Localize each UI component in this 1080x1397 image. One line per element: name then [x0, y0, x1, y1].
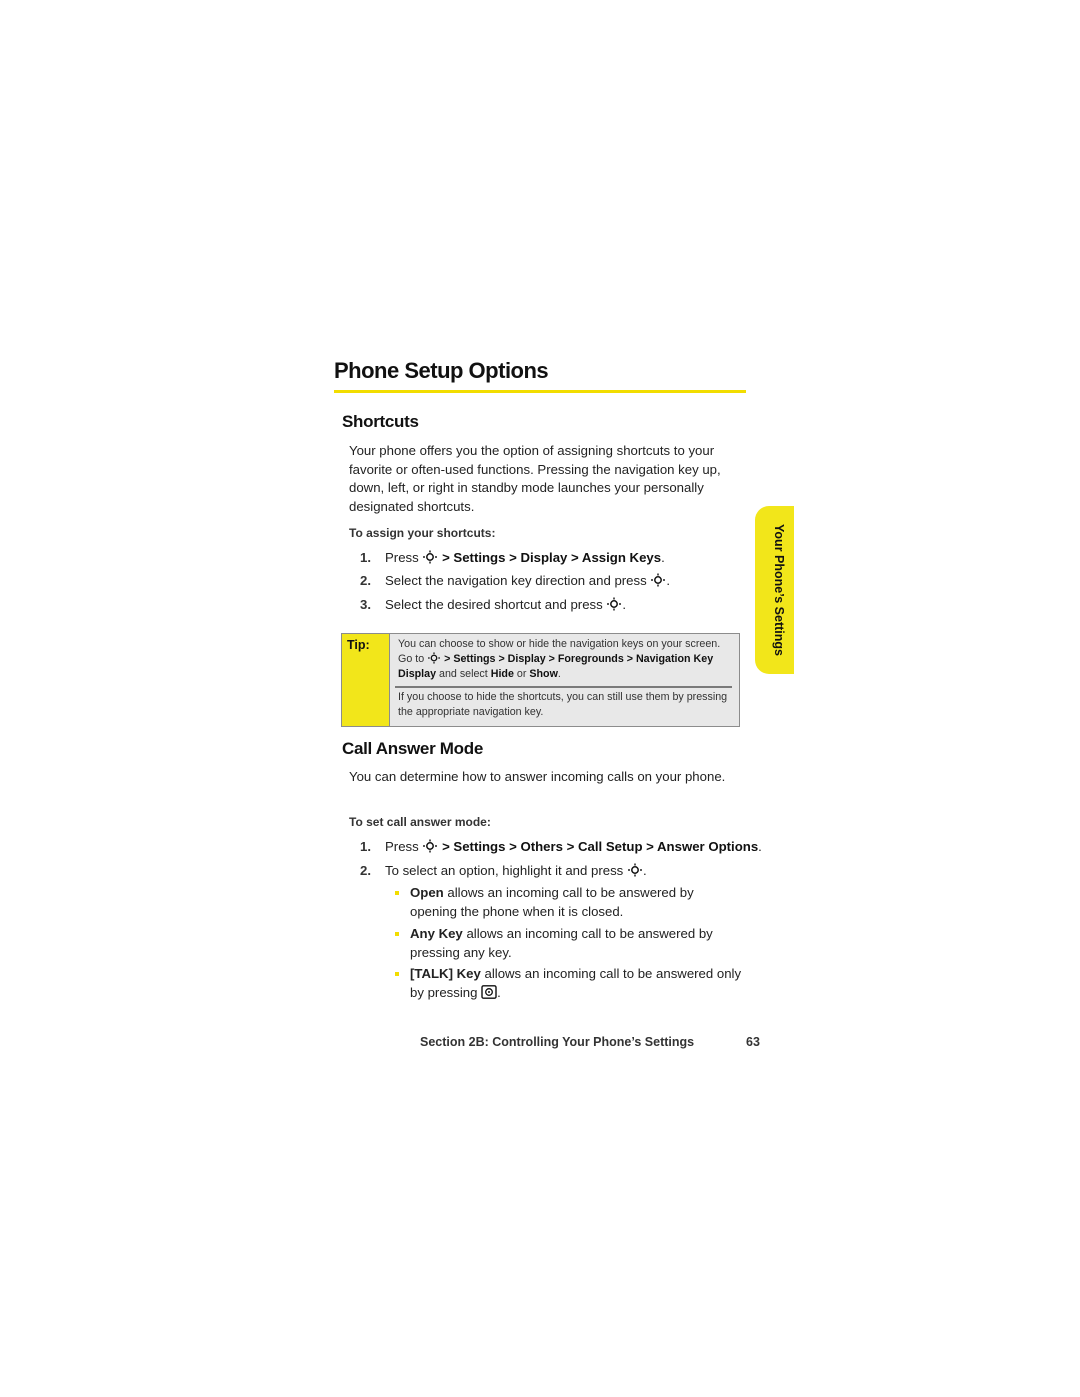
step-end: .: [622, 597, 627, 612]
menu-path: > Settings > Others > Call Setup > Answe…: [442, 839, 759, 854]
step-end: .: [642, 863, 647, 878]
step-end: .: [661, 550, 665, 565]
step-number: 3.: [360, 597, 371, 612]
call-answer-step-1: 1. Press > Settings > Others > Call Setup…: [360, 838, 762, 856]
option-name: Any Key: [410, 926, 463, 941]
tip-text-mid: and select: [439, 668, 488, 680]
tip-text-end: .: [557, 668, 561, 680]
answer-option-open: Open allows an incoming call to be answe…: [395, 884, 743, 921]
shortcuts-step-2: 2. Select the navigation key direction an…: [360, 572, 670, 590]
title-underline: [334, 390, 746, 393]
answer-option-talk-key: [TALK] Key allows an incoming call to be…: [395, 965, 743, 1002]
nav-key-icon: [422, 839, 439, 853]
menu-path: > Settings > Display > Assign Keys: [442, 550, 662, 565]
bullet-icon: [395, 891, 399, 895]
tip-text-1: You can choose to show or hide the navig…: [398, 637, 733, 682]
step-number: 1.: [360, 839, 371, 854]
page-title: Phone Setup Options: [334, 358, 549, 383]
tip-show-option: Show: [529, 668, 558, 680]
bullet-icon: [395, 972, 399, 976]
step-end: .: [758, 839, 762, 854]
nav-key-icon: [427, 652, 441, 664]
step-text: To select an option, highlight it and pr…: [385, 863, 624, 878]
section-side-tab-label: Your Phone’s Settings: [772, 524, 786, 656]
tip-divider: [395, 686, 732, 688]
nav-key-icon: [650, 573, 667, 587]
call-answer-intro: You can determine how to answer incoming…: [349, 769, 726, 784]
tip-box: Tip: You can choose to show or hide the …: [341, 633, 740, 727]
tip-hide-option: Hide: [490, 668, 514, 680]
footer-section: Section 2B: Controlling Your Phone’s Set…: [420, 1035, 695, 1049]
nav-key-icon: [422, 550, 439, 564]
call-answer-step-2: 2. To select an option, highlight it and …: [360, 862, 647, 880]
tip-label: Tip:: [347, 638, 370, 652]
option-end: .: [497, 984, 501, 1000]
step-text: Select the desired shortcut and press: [385, 597, 603, 612]
shortcuts-intro: Your phone offers you the option of assi…: [349, 443, 721, 514]
shortcuts-step-1: 1. Press > Settings > Display > Assign Ke…: [360, 549, 665, 567]
tip-label-cell: Tip:: [342, 634, 390, 726]
talk-key-icon: [481, 984, 497, 999]
step-end: .: [666, 573, 671, 588]
call-answer-subheading: To set call answer mode:: [349, 815, 491, 829]
step-text: Press: [385, 839, 419, 854]
step-text: Select the navigation key direction and …: [385, 573, 647, 588]
tip-text-or: or: [516, 668, 527, 680]
option-desc: allows an incoming call to be answered b…: [410, 885, 694, 919]
page-number: 63: [746, 1035, 760, 1049]
shortcuts-heading: Shortcuts: [342, 412, 419, 431]
step-number: 2.: [360, 573, 371, 588]
nav-key-icon: [606, 597, 623, 611]
bullet-icon: [395, 932, 399, 936]
step-number: 2.: [360, 863, 371, 878]
shortcuts-step-3: 3. Select the desired shortcut and press …: [360, 596, 626, 614]
step-text: Press: [385, 550, 419, 565]
shortcuts-subheading: To assign your shortcuts:: [349, 526, 496, 540]
call-answer-heading: Call Answer Mode: [342, 739, 483, 758]
option-name: [TALK] Key: [410, 966, 481, 981]
option-name: Open: [410, 885, 444, 900]
step-number: 1.: [360, 550, 371, 565]
tip-text-2: If you choose to hide the shortcuts, you…: [398, 691, 728, 718]
answer-option-any-key: Any Key allows an incoming call to be an…: [395, 925, 743, 962]
nav-key-icon: [627, 863, 643, 877]
